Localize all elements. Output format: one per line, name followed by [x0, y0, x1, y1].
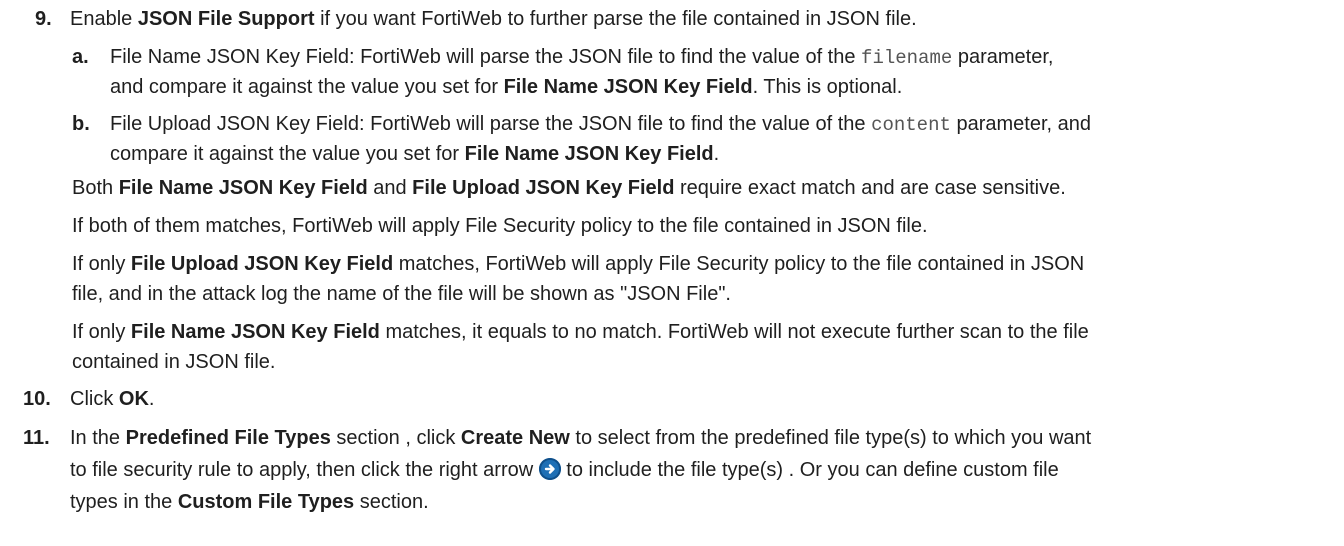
note-upload-match-line2: file, and in the attack log the name of … [72, 283, 731, 305]
note-exact-match: Both File Name JSON Key Field and File U… [72, 177, 1066, 199]
step-11-line2: to file security rule to apply, then cli… [70, 458, 1059, 481]
step-number: 10. [23, 388, 51, 410]
substep-letter: b. [72, 113, 90, 135]
code-content: content [871, 114, 951, 136]
step-11-line3: types in the Custom File Types section. [70, 491, 429, 513]
substep-b-line1: File Upload JSON Key Field: FortiWeb wil… [110, 113, 1091, 136]
note-name-match-line2: contained in JSON file. [72, 351, 276, 373]
step-10-text: Click OK. [70, 388, 155, 410]
note-both-match: If both of them matches, FortiWeb will a… [72, 215, 928, 237]
substep-a-line2: and compare it against the value you set… [110, 76, 903, 98]
step-11-line1: In the Predefined File Types section , c… [70, 427, 1092, 449]
code-filename: filename [861, 47, 953, 69]
substep-a-line1: File Name JSON Key Field: FortiWeb will … [110, 46, 1054, 69]
note-upload-match-line1: If only File Upload JSON Key Field match… [72, 253, 1085, 275]
note-name-match-line1: If only File Name JSON Key Field matches… [72, 321, 1089, 343]
right-arrow-icon [538, 458, 561, 480]
substep-letter: a. [72, 46, 89, 68]
substep-b-line2: compare it against the value you set for… [110, 143, 720, 165]
step-number: 9. [35, 8, 52, 30]
step-9-text: Enable JSON File Support if you want For… [70, 8, 917, 30]
step-number: 11. [23, 427, 50, 449]
